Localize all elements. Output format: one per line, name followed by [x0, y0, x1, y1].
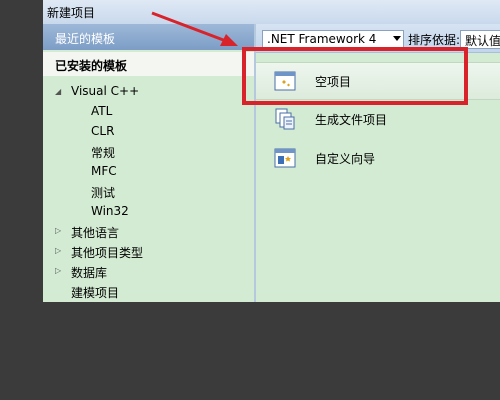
template-list-panel: .NET Framework 4 排序依据: 默认值 空项目 生成文件项目 自定…	[256, 24, 500, 302]
tree-item-clr[interactable]: CLR	[91, 124, 114, 142]
red-arrow-icon	[151, 11, 238, 46]
sort-dropdown[interactable]: 默认值	[460, 30, 500, 49]
collapsed-arrow-icon[interactable]: ▷	[55, 266, 61, 275]
template-sidebar: 最近的模板 已安装的模板 ◢ Visual C++ ATL CLR 常规 MFC…	[43, 24, 256, 302]
tree-item-test[interactable]: 测试	[91, 184, 115, 202]
empty-project-icon	[274, 71, 296, 91]
sort-value: 默认值	[465, 34, 500, 48]
template-custom-wizard[interactable]: 自定义向导	[256, 140, 500, 176]
recent-templates-label: 最近的模板	[55, 32, 116, 46]
installed-templates-header[interactable]: 已安装的模板	[43, 52, 254, 76]
template-empty-project[interactable]: 空项目	[256, 62, 500, 100]
title-bar: 新建项目	[43, 0, 500, 25]
tree-item-general[interactable]: 常规	[91, 144, 115, 162]
window-title: 新建项目	[47, 6, 96, 20]
template-toolbar: .NET Framework 4 排序依据: 默认值	[256, 24, 500, 53]
new-project-dialog: 新建项目 最近的模板 已安装的模板 ◢ Visual C++ ATL CLR 常…	[43, 0, 500, 302]
custom-wizard-icon	[274, 148, 296, 168]
chevron-down-icon	[393, 36, 401, 41]
expanded-arrow-icon[interactable]: ◢	[55, 87, 61, 96]
tree-item-atl[interactable]: ATL	[91, 104, 112, 122]
template-makefile-project[interactable]: 生成文件项目	[256, 101, 500, 137]
tree-item-win32[interactable]: Win32	[91, 204, 129, 222]
tree-item-modeling-projects[interactable]: 建模项目	[71, 284, 119, 302]
sort-label: 排序依据:	[408, 33, 461, 47]
template-label: 空项目	[315, 75, 352, 89]
template-label: 自定义向导	[315, 152, 376, 166]
makefile-project-icon	[275, 108, 295, 130]
tree-item-mfc[interactable]: MFC	[91, 164, 117, 182]
framework-value: .NET Framework 4	[267, 32, 377, 46]
collapsed-arrow-icon[interactable]: ▷	[55, 226, 61, 235]
collapsed-arrow-icon[interactable]: ▷	[55, 246, 61, 255]
template-label: 生成文件项目	[315, 113, 388, 127]
installed-templates-label: 已安装的模板	[55, 59, 128, 73]
framework-dropdown[interactable]: .NET Framework 4	[262, 30, 404, 49]
